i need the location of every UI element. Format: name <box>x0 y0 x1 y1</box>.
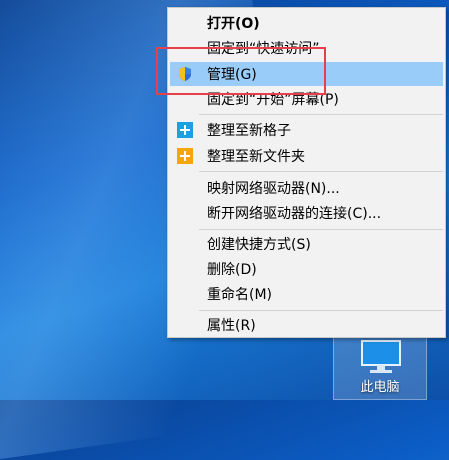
menu-item-label: 管理(G) <box>207 67 257 83</box>
menu-separator <box>199 229 443 230</box>
menu-item-disconnect-network-drive[interactable]: 断开网络驱动器的连接(C)... <box>170 201 443 225</box>
menu-item-properties[interactable]: 属性(R) <box>170 313 443 337</box>
menu-separator <box>199 310 443 311</box>
menu-item-label: 重命名(M) <box>207 287 273 303</box>
menu-item-pin-start[interactable]: 固定到“开始”屏幕(P) <box>170 87 443 111</box>
menu-item-label: 整理至新文件夹 <box>207 149 305 165</box>
menu-item-label: 整理至新格子 <box>207 123 291 139</box>
plus-folder-icon <box>177 148 193 164</box>
menu-separator <box>199 114 443 115</box>
shield-icon <box>177 66 193 82</box>
menu-item-new-folder-group[interactable]: 整理至新文件夹 <box>170 144 443 168</box>
menu-item-new-tile-group[interactable]: 整理至新格子 <box>170 118 443 142</box>
menu-item-pin-quick-access[interactable]: 固定到“快速访问” <box>170 36 443 60</box>
menu-item-open[interactable]: 打开(O) <box>170 11 443 35</box>
this-pc-desktop-icon[interactable]: 此电脑 <box>333 332 427 400</box>
menu-separator <box>199 171 443 172</box>
menu-item-rename[interactable]: 重命名(M) <box>170 282 443 306</box>
menu-item-create-shortcut[interactable]: 创建快捷方式(S) <box>170 232 443 256</box>
menu-item-label: 固定到“开始”屏幕(P) <box>207 92 339 108</box>
computer-icon <box>360 339 402 379</box>
menu-item-map-network-drive[interactable]: 映射网络驱动器(N)... <box>170 176 443 200</box>
menu-item-manage[interactable]: 管理(G) <box>170 62 443 86</box>
menu-item-label: 固定到“快速访问” <box>207 41 320 57</box>
menu-item-label: 断开网络驱动器的连接(C)... <box>207 206 382 222</box>
menu-item-label: 打开(O) <box>207 16 260 32</box>
plus-tile-icon <box>177 122 193 138</box>
context-menu: 打开(O) 固定到“快速访问” 管理(G) 固定到“开始”屏幕(P) 整理至新格… <box>167 7 446 338</box>
menu-item-delete[interactable]: 删除(D) <box>170 257 443 281</box>
menu-item-label: 创建快捷方式(S) <box>207 237 311 253</box>
menu-item-label: 属性(R) <box>207 318 256 334</box>
this-pc-label: 此电脑 <box>360 380 400 395</box>
menu-item-label: 映射网络驱动器(N)... <box>207 181 340 197</box>
menu-item-label: 删除(D) <box>207 262 257 278</box>
